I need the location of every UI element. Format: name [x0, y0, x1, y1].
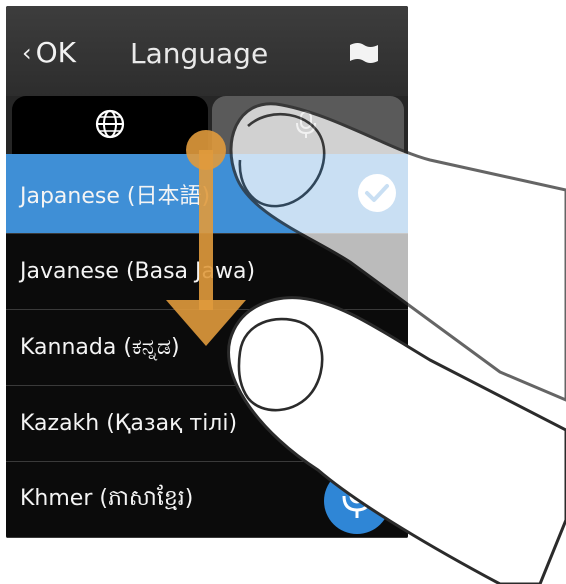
- checkmark-icon: [358, 174, 396, 212]
- tab-voice[interactable]: [212, 96, 404, 154]
- microphone-fab-icon: [342, 480, 372, 518]
- back-ok-button[interactable]: ‹ OK: [22, 36, 76, 69]
- language-row-japanese[interactable]: Japanese (日本語): [6, 154, 408, 234]
- language-row-kazakh[interactable]: Kazakh (Қазақ тілі): [6, 386, 408, 462]
- chevron-left-icon: ‹: [22, 38, 32, 67]
- language-label: Kazakh (Қазақ тілі): [20, 411, 238, 436]
- tab-bar: [6, 96, 408, 154]
- phone-screen: ‹ OK Language Japanese (日本語) Javanese (B…: [6, 6, 408, 538]
- nav-bar: ‹ OK Language: [6, 6, 408, 96]
- language-row-javanese[interactable]: Javanese (Basa Jawa): [6, 234, 408, 310]
- language-row-kannada[interactable]: Kannada (ಕನ್ನಡ): [6, 310, 408, 386]
- language-label: Javanese (Basa Jawa): [20, 259, 256, 284]
- language-label: Japanese (日本語): [20, 183, 211, 209]
- microphone-fab-button[interactable]: [324, 468, 390, 534]
- language-label: Khmer (ភាសាខ្មែរ): [20, 485, 194, 511]
- page-title: Language: [130, 37, 269, 70]
- back-label: OK: [35, 36, 77, 69]
- microphone-icon: [296, 111, 316, 138]
- flag-icon[interactable]: [348, 41, 380, 65]
- language-label: Kannada (ಕನ್ನಡ): [20, 335, 180, 360]
- globe-icon: [95, 109, 125, 139]
- tab-languages[interactable]: [12, 96, 208, 154]
